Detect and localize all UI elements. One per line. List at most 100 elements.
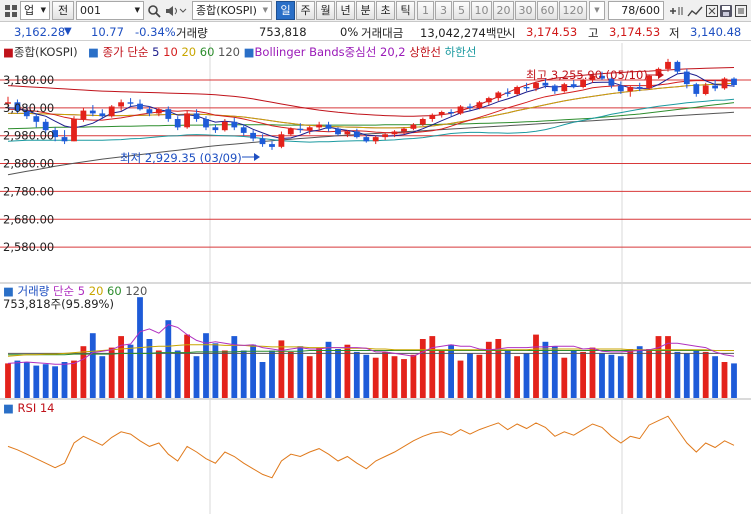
chevron-down-icon: ▼ — [40, 6, 46, 14]
candle-body — [146, 109, 153, 114]
high-price: 3,174.53 — [609, 25, 661, 39]
volume-bar — [419, 339, 426, 398]
candle-body — [485, 98, 492, 103]
code-mode-button[interactable]: 전 — [52, 1, 74, 20]
period-month-button[interactable]: 월 — [316, 1, 335, 20]
volume-bar — [429, 336, 436, 398]
ma120-label: 120 — [218, 45, 240, 59]
interval-10-button[interactable]: 10 — [471, 1, 492, 20]
price-change-pct: -0.34% — [135, 25, 176, 39]
candle-body — [372, 137, 379, 142]
candle-body — [353, 131, 360, 138]
code-value: 001 — [80, 4, 101, 17]
period-year-button[interactable]: 년 — [336, 1, 355, 20]
volume-bar — [523, 353, 530, 398]
candle-body — [448, 112, 454, 114]
interval-3-button[interactable]: 3 — [435, 1, 452, 20]
candle-body — [297, 128, 304, 131]
candle-body — [193, 113, 200, 119]
volume-bar — [438, 350, 445, 398]
candle-body — [636, 87, 643, 89]
volume-bar — [108, 347, 115, 398]
period-week-button[interactable]: 주 — [296, 1, 315, 20]
candle-body — [240, 127, 247, 133]
price-axis-label: 3,080.00 — [3, 101, 54, 115]
period-day-button[interactable]: 일 — [276, 1, 295, 20]
stock-chart[interactable]: 3,180.00 3,080.00 2,980.00 2,880.00 2,780.00… — [0, 43, 751, 514]
stock-name-field[interactable]: 종합(KOSPI) ▼ — [192, 1, 272, 20]
volume-bar — [33, 365, 40, 398]
rsi-marker: ■ — [3, 401, 14, 415]
candle-body — [495, 92, 502, 99]
price-axis-label: 2,580.00 — [3, 240, 54, 254]
volume-bar — [599, 353, 605, 398]
down-triangle-icon: ▼ — [64, 26, 72, 37]
candle-body — [335, 128, 341, 135]
interval-custom-select[interactable]: ▼ — [589, 1, 605, 20]
price-panel-marker: ■ — [3, 45, 14, 59]
draw-tool-icon[interactable] — [686, 1, 704, 20]
candle-body — [438, 112, 445, 115]
period-tick-button[interactable]: 틱 — [396, 1, 415, 20]
volume-bar — [702, 351, 709, 398]
candle-body — [419, 119, 426, 125]
candle-body — [429, 114, 436, 119]
volume-bar — [372, 357, 379, 398]
interval-60-button[interactable]: 60 — [537, 1, 558, 20]
open-price: 3,174.53 — [526, 25, 578, 39]
candle-body — [674, 61, 681, 72]
candle-body — [316, 124, 322, 128]
volume-bar — [382, 351, 388, 398]
volume-bar — [363, 354, 370, 398]
volume-bar — [344, 344, 351, 398]
volume-bar — [165, 320, 172, 398]
speaker-icon[interactable] — [163, 1, 189, 20]
market-type-select[interactable]: 업 ▼ — [20, 1, 50, 20]
settings-icon[interactable] — [732, 1, 750, 20]
volume-bar — [457, 360, 464, 398]
trade-value-label: 거래대금 — [361, 26, 404, 40]
volume-bar — [146, 339, 153, 398]
period-second-button[interactable]: 초 — [376, 1, 395, 20]
price-change: 10.77 — [91, 25, 124, 39]
candle-body — [693, 84, 700, 94]
interval-20-button[interactable]: 20 — [493, 1, 514, 20]
volume-bar — [608, 354, 615, 398]
price-axis-label: 2,780.00 — [3, 184, 54, 198]
price-axis-label: 3,180.00 — [3, 73, 54, 87]
volume-bar — [335, 349, 341, 398]
volume-bar — [278, 340, 285, 398]
candle-body — [203, 119, 209, 128]
interval-5-button[interactable]: 5 — [453, 1, 470, 20]
zoom-icon[interactable] — [668, 1, 686, 20]
interval-1-button[interactable]: 1 — [417, 1, 434, 20]
volume-bar — [551, 346, 558, 398]
current-price: 3,162.28 — [14, 25, 66, 39]
candle-body — [504, 92, 511, 94]
volume-bar — [89, 333, 96, 398]
low-label: 저 — [669, 26, 680, 40]
volume-bar — [401, 359, 407, 398]
open-label: 시 — [505, 26, 516, 40]
candle-body — [467, 106, 473, 108]
volume-bar — [674, 351, 681, 398]
period-minute-button[interactable]: 분 — [356, 1, 375, 20]
grid-menu-icon[interactable] — [2, 1, 20, 20]
volume-bar — [250, 344, 256, 398]
data-count-field[interactable]: 78/600 — [608, 1, 664, 20]
ma5-label: 5 — [152, 45, 159, 59]
interval-30-button[interactable]: 30 — [515, 1, 536, 20]
volume-bar — [99, 356, 106, 398]
volume-bar — [476, 354, 483, 398]
bb-lower-label: 하한선 — [445, 45, 477, 59]
candle-body — [457, 106, 464, 114]
volume-marker: ■ — [3, 284, 14, 298]
volume-bar — [561, 357, 568, 398]
volume-bar — [174, 350, 181, 398]
volume-bar — [287, 351, 294, 398]
price-axis-label: 2,880.00 — [3, 157, 54, 171]
code-input[interactable]: 001 ▼ — [76, 1, 144, 20]
search-icon[interactable] — [145, 1, 163, 20]
interval-120-button[interactable]: 120 — [559, 1, 587, 20]
volume-pct: 0% — [340, 25, 359, 39]
